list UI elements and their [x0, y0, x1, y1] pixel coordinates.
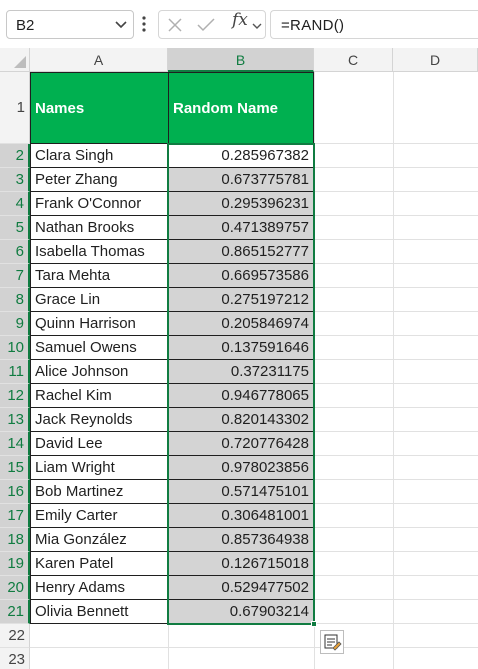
- row-header-7[interactable]: 7: [0, 264, 30, 288]
- random-value-cell[interactable]: 0.669573586: [169, 264, 314, 288]
- header-cell-names[interactable]: Names: [30, 72, 169, 144]
- random-value-cell[interactable]: 0.285967382: [169, 144, 314, 168]
- name-cell[interactable]: Samuel Owens: [30, 336, 169, 360]
- row-header-6[interactable]: 6: [0, 240, 30, 264]
- random-value-cell[interactable]: 0.571475101: [169, 480, 314, 504]
- name-cell[interactable]: Henry Adams: [30, 576, 169, 600]
- name-cell[interactable]: Grace Lin: [30, 288, 169, 312]
- spreadsheet-grid: ABCD 1 2 3 4 5 6 7 8 9 10 11 12 13 14 15 16 17 18 19 20 21 22…: [0, 48, 478, 669]
- row-header-11[interactable]: 11: [0, 360, 30, 384]
- row-header-5[interactable]: 5: [0, 216, 30, 240]
- row-header-16[interactable]: 16: [0, 480, 30, 504]
- fx-dropdown-chevron-icon[interactable]: [251, 21, 263, 31]
- row-header-18[interactable]: 18: [0, 528, 30, 552]
- random-value-cell[interactable]: 0.205846974: [169, 312, 314, 336]
- name-cell[interactable]: Bob Martinez: [30, 480, 169, 504]
- checkmark-icon[interactable]: [197, 17, 215, 33]
- name-cell[interactable]: Alice Johnson: [30, 360, 169, 384]
- fill-handle[interactable]: [311, 621, 317, 627]
- select-all-triangle-icon: [14, 56, 26, 68]
- random-value-cell[interactable]: 0.857364938: [169, 528, 314, 552]
- row-header-2[interactable]: 2: [0, 144, 30, 168]
- name-cell[interactable]: Emily Carter: [30, 504, 169, 528]
- random-value-cell[interactable]: 0.720776428: [169, 432, 314, 456]
- row-header-19[interactable]: 19: [0, 552, 30, 576]
- formula-buttons: [158, 10, 266, 39]
- select-all-corner[interactable]: [0, 48, 30, 72]
- random-value-cell[interactable]: 0.126715018: [169, 552, 314, 576]
- column-header-c[interactable]: C: [314, 48, 393, 72]
- cancel-x-icon[interactable]: [167, 17, 183, 33]
- formula-value: =RAND(): [281, 17, 345, 34]
- random-value-cell[interactable]: 0.295396231: [169, 192, 314, 216]
- row-header-10[interactable]: 10: [0, 336, 30, 360]
- name-cell[interactable]: Mia González: [30, 528, 169, 552]
- random-value-cell[interactable]: 0.275197212: [169, 288, 314, 312]
- random-value-cell[interactable]: 0.471389757: [169, 216, 314, 240]
- quick-analysis-button[interactable]: [320, 630, 344, 654]
- random-value-cell[interactable]: 0.67903214: [169, 600, 314, 624]
- vertical-dots-icon[interactable]: [140, 14, 148, 34]
- random-value-cell[interactable]: 0.946778065: [169, 384, 314, 408]
- name-cell[interactable]: Olivia Bennett: [30, 600, 169, 624]
- random-value-cell[interactable]: 0.529477502: [169, 576, 314, 600]
- name-cell[interactable]: Clara Singh: [30, 144, 169, 168]
- row-header-20[interactable]: 20: [0, 576, 30, 600]
- name-cell[interactable]: Jack Reynolds: [30, 408, 169, 432]
- row-header-21[interactable]: 21: [0, 600, 30, 624]
- random-value-cell[interactable]: 0.978023856: [169, 456, 314, 480]
- name-cell[interactable]: David Lee: [30, 432, 169, 456]
- random-value-cell[interactable]: 0.306481001: [169, 504, 314, 528]
- name-box[interactable]: B2: [6, 10, 134, 39]
- row-header-14[interactable]: 14: [0, 432, 30, 456]
- chevron-down-icon[interactable]: [114, 19, 128, 31]
- fx-icon[interactable]: fx: [232, 10, 248, 30]
- row-header-17[interactable]: 17: [0, 504, 30, 528]
- name-cell[interactable]: Tara Mehta: [30, 264, 169, 288]
- column-header-a[interactable]: A: [30, 48, 168, 72]
- name-cell[interactable]: Rachel Kim: [30, 384, 169, 408]
- random-value-cell[interactable]: 0.673775781: [169, 168, 314, 192]
- random-value-cell[interactable]: 0.137591646: [169, 336, 314, 360]
- formula-bar: B2 fx =RAND(): [0, 0, 478, 52]
- row-header-22[interactable]: 22: [0, 624, 30, 648]
- row-header-4[interactable]: 4: [0, 192, 30, 216]
- name-cell[interactable]: Quinn Harrison: [30, 312, 169, 336]
- formula-input[interactable]: =RAND(): [270, 10, 478, 39]
- row-header-23[interactable]: 23: [0, 648, 30, 669]
- name-cell[interactable]: Liam Wright: [30, 456, 169, 480]
- random-value-cell[interactable]: 0.37231175: [169, 360, 314, 384]
- row-header-1[interactable]: 1: [0, 72, 30, 144]
- name-cell[interactable]: Peter Zhang: [30, 168, 169, 192]
- random-value-cell[interactable]: 0.865152777: [169, 240, 314, 264]
- row-header-8[interactable]: 8: [0, 288, 30, 312]
- header-cell-random-name[interactable]: Random Name: [168, 72, 314, 144]
- name-cell[interactable]: Frank O'Connor: [30, 192, 169, 216]
- row-header-9[interactable]: 9: [0, 312, 30, 336]
- name-box-value: B2: [16, 17, 35, 34]
- row-header-12[interactable]: 12: [0, 384, 30, 408]
- name-cell[interactable]: Karen Patel: [30, 552, 169, 576]
- random-value-cell[interactable]: 0.820143302: [169, 408, 314, 432]
- column-header-d[interactable]: D: [393, 48, 478, 72]
- quick-analysis-icon: [324, 634, 342, 651]
- row-header-13[interactable]: 13: [0, 408, 30, 432]
- name-cell[interactable]: Isabella Thomas: [30, 240, 169, 264]
- row-header-15[interactable]: 15: [0, 456, 30, 480]
- name-cell[interactable]: Nathan Brooks: [30, 216, 169, 240]
- row-header-3[interactable]: 3: [0, 168, 30, 192]
- column-header-b[interactable]: B: [168, 48, 314, 72]
